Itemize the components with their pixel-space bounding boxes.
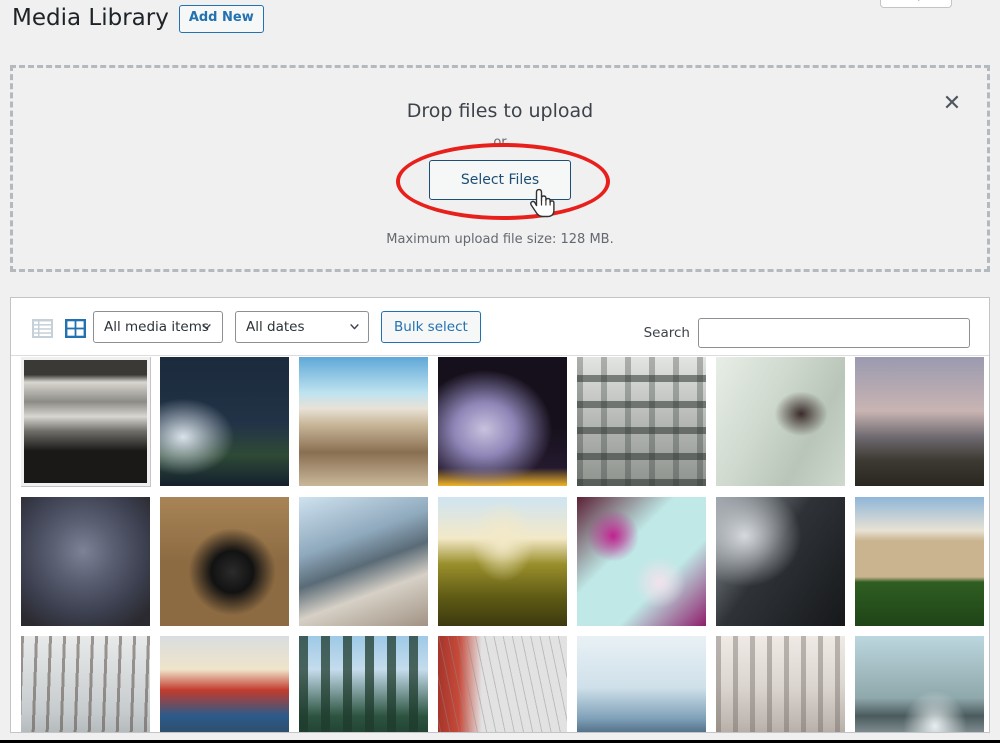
attachment-thumbnail-water-droplets-macro bbox=[716, 496, 845, 626]
date-filter-value: All dates bbox=[246, 319, 305, 335]
search-label: Search bbox=[643, 325, 690, 341]
chevron-down-icon bbox=[202, 324, 211, 330]
search-input[interactable] bbox=[698, 318, 970, 348]
attachment-item[interactable] bbox=[855, 496, 989, 637]
page-title: Media Library bbox=[12, 5, 169, 31]
media-library-panel: All media items All dates Bulk select Se… bbox=[10, 297, 990, 733]
attachment-item[interactable] bbox=[299, 636, 438, 732]
attachment-thumbnail-star-trails-night-sky bbox=[21, 496, 150, 626]
attachment-thumbnail-frame bbox=[577, 357, 706, 486]
bulk-select-button[interactable]: Bulk select bbox=[381, 311, 481, 343]
attachment-thumbnail-frame bbox=[160, 496, 289, 626]
attachment-item[interactable] bbox=[438, 496, 577, 637]
attachment-row bbox=[21, 496, 989, 637]
media-type-filter-value: All media items bbox=[104, 319, 209, 335]
attachment-thumbnail-frame bbox=[716, 496, 845, 626]
attachment-thumbnail-sunrise-field-trees bbox=[438, 496, 567, 626]
attachment-item[interactable] bbox=[160, 496, 299, 637]
attachment-thumbnail-frame bbox=[299, 496, 428, 626]
attachment-thumbnail-college-building-lawn bbox=[855, 496, 984, 626]
attachment-item[interactable] bbox=[577, 496, 716, 637]
attachment-thumbnail-concrete-apartment-facade bbox=[577, 357, 706, 486]
attachment-item[interactable] bbox=[160, 636, 299, 732]
add-new-button[interactable]: Add New bbox=[178, 5, 264, 33]
attachment-thumbnail-frame bbox=[299, 357, 428, 486]
attachment-thumbnail-frame bbox=[716, 636, 845, 732]
attachment-grid bbox=[21, 357, 989, 732]
attachment-item[interactable] bbox=[299, 496, 438, 637]
attachment-thumbnail-cherry-blossom-branch bbox=[577, 496, 706, 626]
attachment-thumbnail-frame bbox=[21, 496, 150, 626]
attachment-thumbnail-frame bbox=[21, 636, 150, 732]
media-type-filter-select[interactable]: All media items bbox=[93, 311, 223, 343]
attachment-thumbnail-frame bbox=[855, 496, 984, 626]
attachment-thumbnail-airplane-at-airport bbox=[855, 636, 984, 732]
attachment-item[interactable] bbox=[716, 636, 855, 732]
attachment-row bbox=[21, 636, 989, 732]
attachment-thumbnail-frame bbox=[299, 636, 428, 732]
attachment-item[interactable] bbox=[21, 357, 160, 497]
attachment-thumbnail-hands-holding-camera bbox=[160, 496, 289, 626]
attachment-thumbnail-frame bbox=[21, 357, 150, 486]
attachment-item[interactable] bbox=[438, 636, 577, 732]
attachment-thumbnail-busy-street-market bbox=[160, 636, 289, 732]
attachment-thumbnail-golden-gate-bridge bbox=[438, 636, 567, 732]
attachment-thumbnail-frame bbox=[716, 357, 845, 486]
attachment-thumbnail-frame bbox=[438, 636, 567, 732]
attachment-thumbnail-frame bbox=[160, 636, 289, 732]
attachment-thumbnail-pine-trees-blue-sky bbox=[299, 636, 428, 732]
help-tab-label: Help bbox=[897, 0, 924, 1]
attachment-item[interactable] bbox=[299, 357, 438, 497]
attachment-thumbnail-frame bbox=[855, 357, 984, 486]
date-filter-select[interactable]: All dates bbox=[235, 311, 369, 343]
attachment-row bbox=[21, 357, 989, 497]
attachment-item[interactable] bbox=[577, 636, 716, 732]
list-view-button[interactable] bbox=[29, 315, 55, 341]
attachment-thumbnail-mountain-range-clouds bbox=[577, 636, 706, 732]
attachment-item[interactable] bbox=[716, 357, 855, 497]
upload-dropzone[interactable]: Drop files to upload or Select Files Max… bbox=[10, 65, 990, 272]
max-upload-size-text: Maximum upload file size: 128 MB. bbox=[386, 232, 614, 247]
attachment-thumbnail-frame bbox=[438, 496, 567, 626]
filters-group: All media items All dates Bulk select bbox=[93, 311, 481, 343]
dropzone-or-label: or bbox=[493, 135, 507, 150]
attachment-item[interactable] bbox=[21, 496, 160, 637]
attachment-item[interactable] bbox=[855, 357, 989, 497]
grid-view-button[interactable] bbox=[62, 315, 88, 341]
view-switch-group bbox=[29, 315, 88, 341]
attachment-thumbnail-frosty-forest-winter bbox=[21, 636, 150, 732]
attachment-item[interactable] bbox=[716, 496, 855, 637]
attachment-thumbnail-frame bbox=[577, 636, 706, 732]
media-library-page: Help ▼ Media Library Add New Drop files t… bbox=[0, 0, 1000, 743]
chevron-down-icon: ▼ bbox=[928, 0, 935, 1]
attachment-thumbnail-frame bbox=[160, 357, 289, 486]
attachment-thumbnail-lake-mountain-dock bbox=[299, 496, 428, 626]
help-tab[interactable]: Help ▼ bbox=[880, 0, 952, 8]
chevron-down-icon bbox=[350, 324, 359, 330]
search-group: Search bbox=[644, 318, 970, 348]
close-icon[interactable]: ✕ bbox=[939, 92, 965, 118]
attachment-item[interactable] bbox=[855, 636, 989, 732]
attachment-thumbnail-snowy-mountain-night bbox=[160, 357, 289, 486]
media-toolbar: All media items All dates Bulk select Se… bbox=[11, 298, 989, 356]
attachment-thumbnail-frame bbox=[855, 636, 984, 732]
attachment-thumbnail-frame bbox=[438, 357, 567, 486]
attachment-thumbnail-rocky-shore-black-and-white bbox=[24, 360, 147, 483]
attachment-thumbnail-city-skyline-sepia bbox=[716, 636, 845, 732]
attachment-thumbnail-purple-smoke-dark bbox=[438, 357, 567, 486]
attachment-item[interactable] bbox=[438, 357, 577, 497]
page-header: Media Library Add New bbox=[12, 4, 264, 34]
attachment-thumbnail-dusk-field-horizon bbox=[855, 357, 984, 486]
select-files-button[interactable]: Select Files bbox=[429, 160, 571, 200]
attachment-item[interactable] bbox=[160, 357, 299, 497]
attachment-thumbnail-man-walking-crosswalk bbox=[716, 357, 845, 486]
attachment-thumbnail-frame bbox=[577, 496, 706, 626]
attachment-item[interactable] bbox=[21, 636, 160, 732]
attachment-thumbnail-wooden-pier-ocean bbox=[299, 357, 428, 486]
dropzone-title: Drop files to upload bbox=[406, 100, 594, 122]
attachment-item[interactable] bbox=[577, 357, 716, 497]
